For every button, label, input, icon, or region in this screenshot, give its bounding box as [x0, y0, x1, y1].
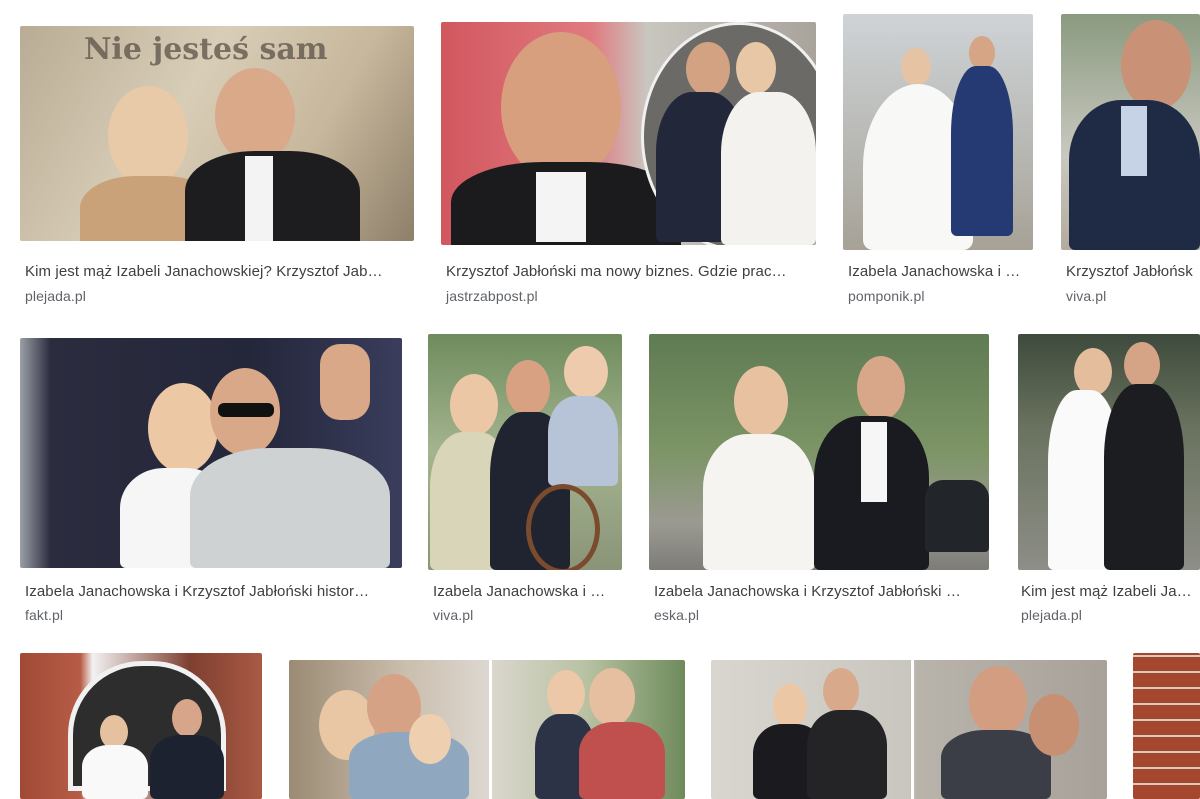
person-image: [736, 42, 776, 94]
person-image: [100, 715, 128, 749]
person-image: [1074, 348, 1112, 396]
result-source[interactable]: viva.pl: [433, 607, 473, 623]
person-image: [215, 68, 295, 163]
result-source[interactable]: pomponik.pl: [848, 288, 925, 304]
result-thumbnail[interactable]: [428, 334, 622, 570]
person-image: [686, 42, 730, 96]
person-image: [1124, 342, 1160, 388]
result-source[interactable]: jastrzabpost.pl: [446, 288, 538, 304]
result-title[interactable]: Krzysztof Jabłoński ma nowy biznes. Gdzi…: [446, 263, 818, 280]
person-image: [823, 668, 859, 714]
person-image: [969, 666, 1027, 736]
person-image: [172, 699, 202, 737]
result-thumbnail[interactable]: [649, 334, 989, 570]
result-thumbnail[interactable]: [1018, 334, 1200, 570]
result-thumbnail[interactable]: [20, 338, 402, 568]
result-source[interactable]: plejada.pl: [25, 288, 86, 304]
result-thumbnail[interactable]: [1061, 14, 1200, 250]
wall-text: Nie jesteś sam: [84, 32, 328, 67]
person-image: [506, 360, 550, 416]
person-image: [564, 346, 608, 398]
result-thumbnail[interactable]: Nie jesteś sam: [20, 26, 414, 241]
result-title[interactable]: Izabela Janachowska i …: [433, 583, 623, 600]
result-source[interactable]: fakt.pl: [25, 607, 63, 623]
person-image: [969, 36, 995, 70]
result-thumbnail[interactable]: [843, 14, 1033, 250]
result-title[interactable]: Izabela Janachowska i Krzysztof Jabłońsk…: [654, 583, 990, 600]
result-thumbnail[interactable]: [1133, 653, 1200, 799]
person-image: [1121, 20, 1191, 110]
result-thumbnail[interactable]: [711, 660, 1107, 799]
person-image: [1029, 694, 1079, 756]
person-image: [450, 374, 498, 436]
result-thumbnail[interactable]: [289, 660, 685, 799]
result-source[interactable]: eska.pl: [654, 607, 699, 623]
result-title[interactable]: Kim jest mąż Izabeli Janachowskiej? Krzy…: [25, 263, 415, 280]
result-title[interactable]: Kim jest mąż Izabeli Ja…: [1021, 583, 1200, 600]
person-image: [501, 32, 621, 182]
person-image: [409, 714, 451, 764]
result-thumbnail[interactable]: [441, 22, 816, 245]
result-title[interactable]: Izabela Janachowska i …: [848, 263, 1033, 280]
result-thumbnail[interactable]: [20, 653, 262, 799]
person-image: [773, 684, 807, 728]
person-image: [547, 670, 585, 718]
result-title[interactable]: Izabela Janachowska i Krzysztof Jabłońsk…: [25, 583, 403, 600]
person-image: [901, 48, 931, 86]
result-source[interactable]: viva.pl: [1066, 288, 1106, 304]
person-image: [734, 366, 788, 436]
person-image: [108, 86, 188, 186]
result-title[interactable]: Krzysztof Jabłońsk: [1066, 263, 1200, 280]
person-image: [857, 356, 905, 420]
person-image: [589, 668, 635, 726]
result-source[interactable]: plejada.pl: [1021, 607, 1082, 623]
person-image: [148, 383, 218, 473]
